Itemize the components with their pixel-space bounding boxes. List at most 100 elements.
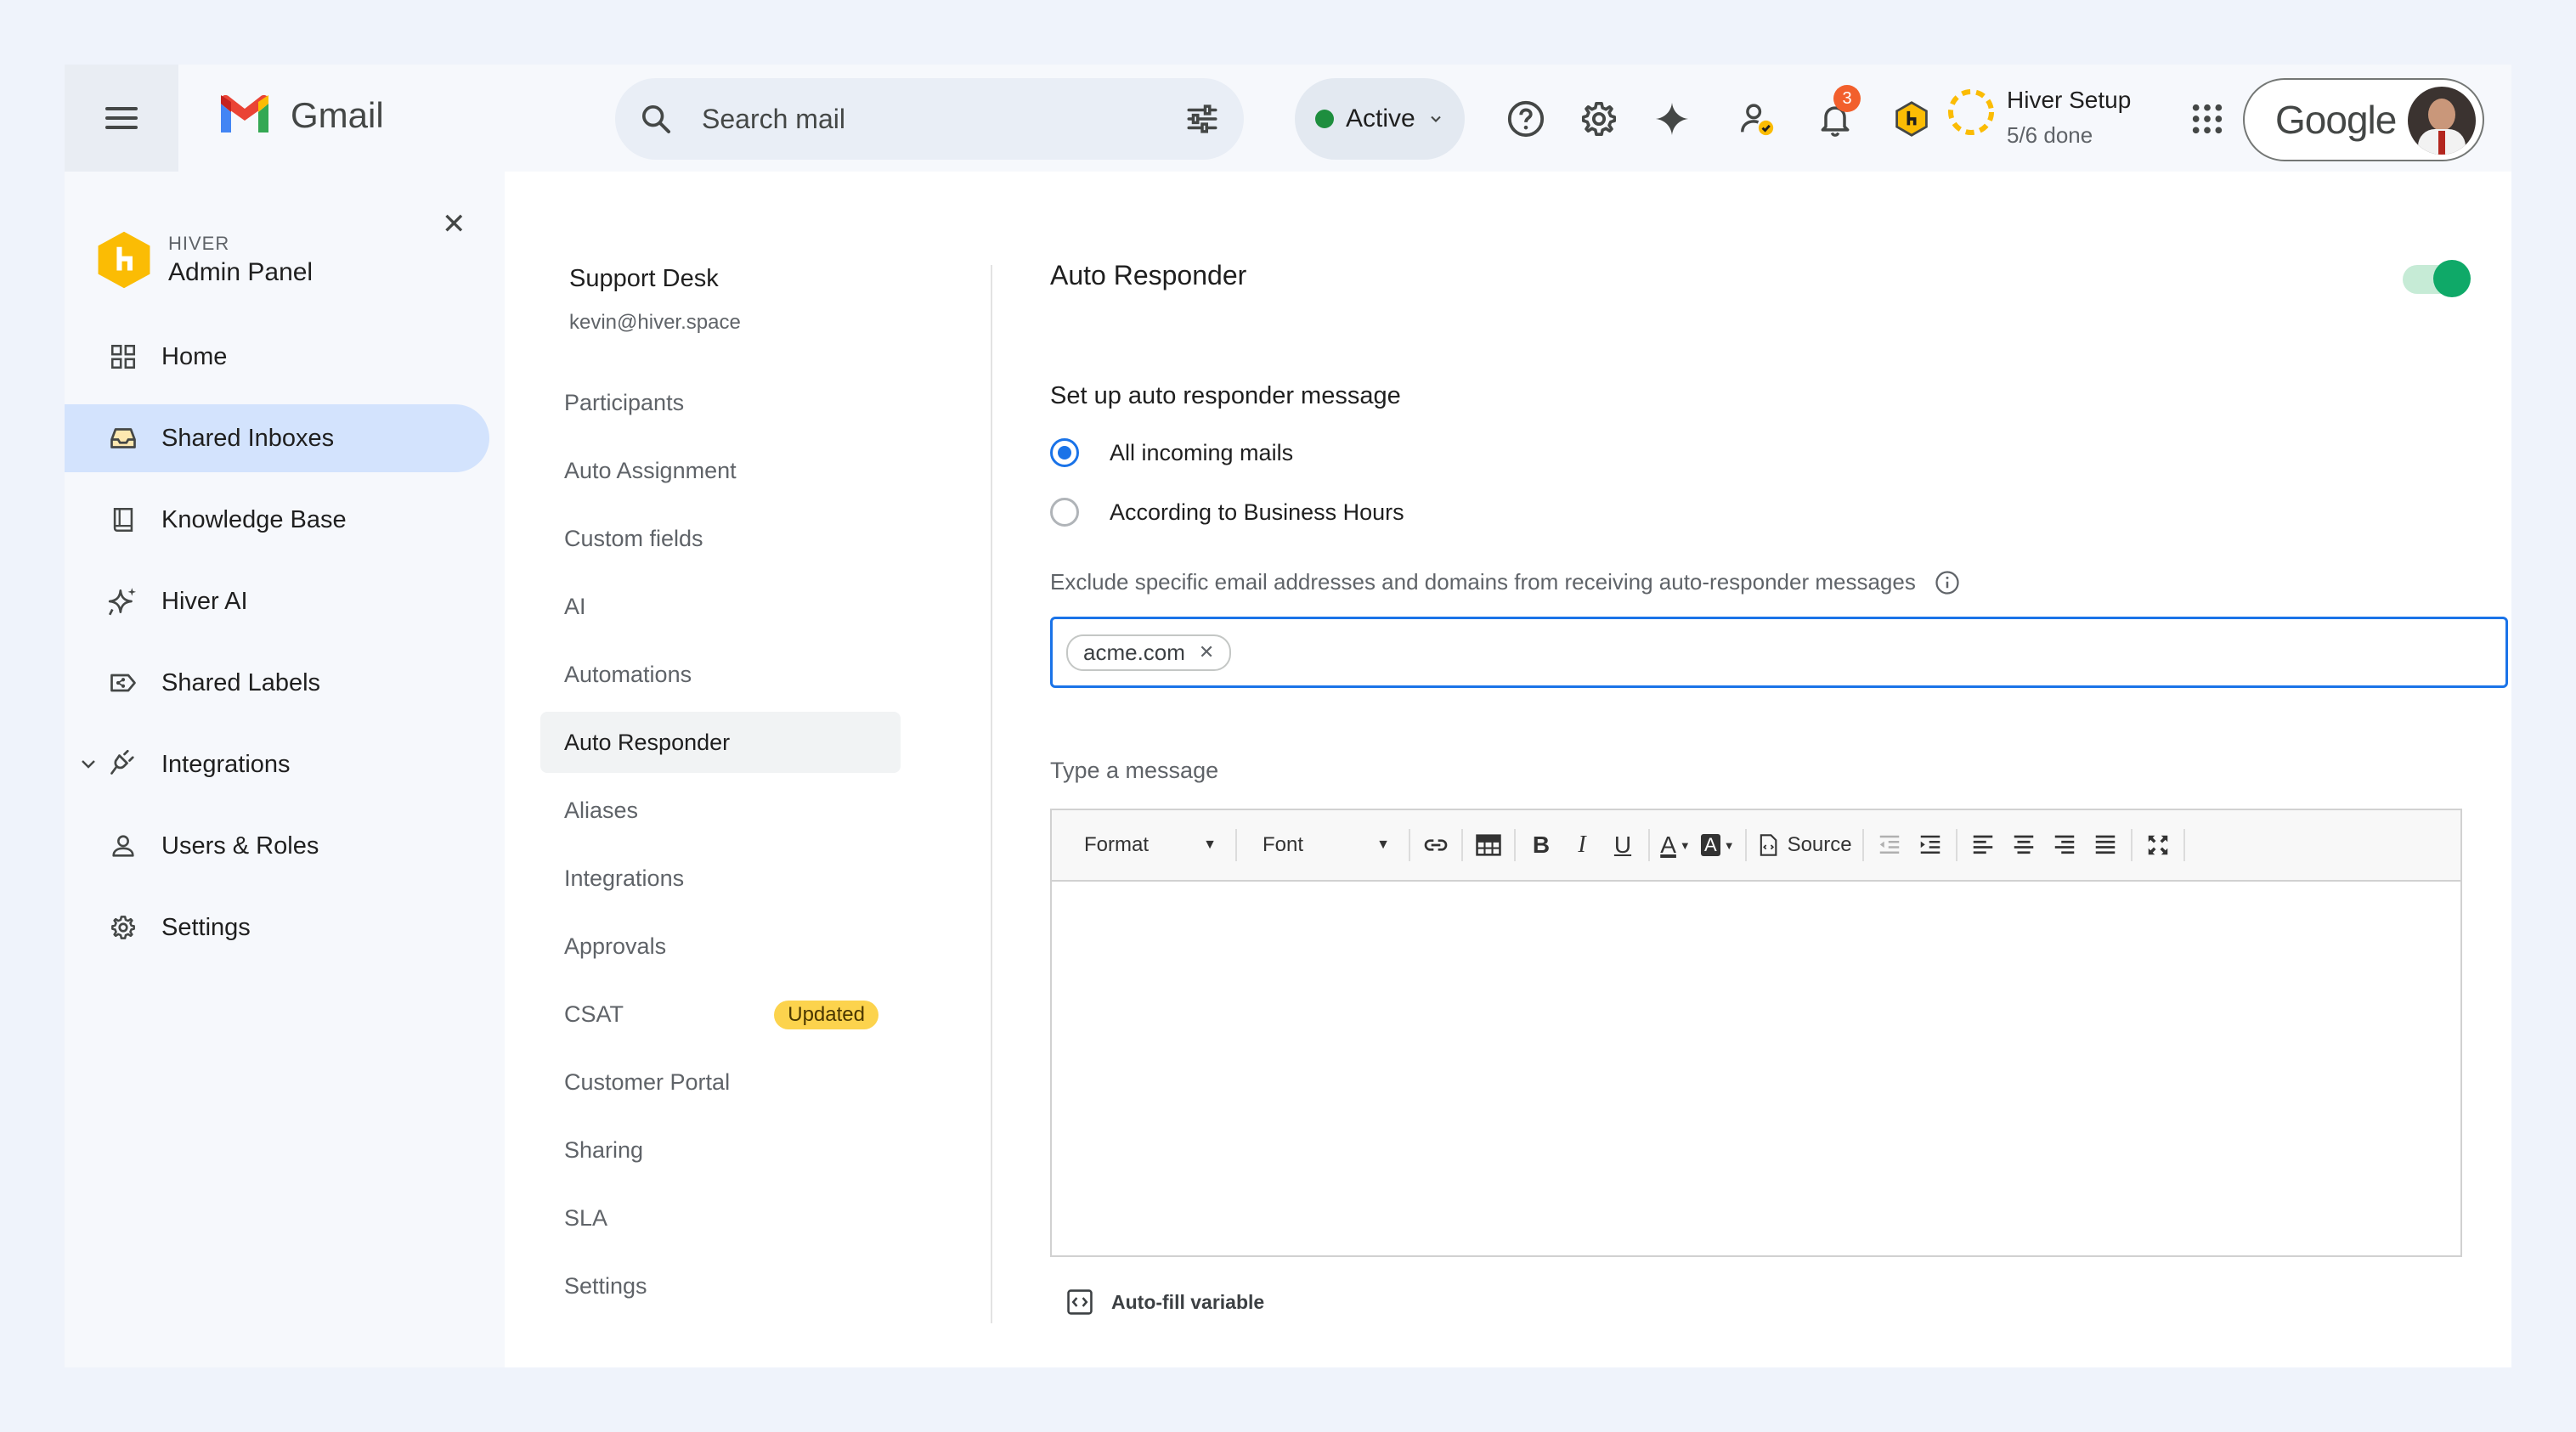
sidebar-item-integrations[interactable]: Integrations — [65, 730, 489, 798]
justify-button[interactable] — [2085, 821, 2126, 869]
chevron-down-icon[interactable] — [78, 754, 99, 775]
indent-button[interactable] — [1910, 821, 1951, 869]
menu-item-custom-fields[interactable]: Custom fields — [540, 508, 901, 569]
menu-item-sharing[interactable]: Sharing — [540, 1119, 901, 1181]
maximize-button[interactable] — [2138, 821, 2178, 869]
status-dropdown[interactable]: Active — [1295, 78, 1465, 160]
menu-item-automations[interactable]: Automations — [540, 644, 901, 705]
radio-all-incoming[interactable] — [1050, 438, 1079, 467]
app-name: Gmail — [291, 95, 384, 135]
table-icon — [1476, 834, 1501, 856]
info-icon[interactable] — [1935, 570, 1960, 595]
menu-item-auto-responder[interactable]: Auto Responder — [540, 712, 901, 773]
option-business-hours[interactable]: According to Business Hours — [1050, 498, 1404, 527]
table-button[interactable] — [1468, 821, 1509, 869]
menu-item-auto-assignment[interactable]: Auto Assignment — [540, 440, 901, 501]
sidebar-nav: Home Shared Inboxes Knowledge Base Hiver… — [65, 323, 505, 975]
source-label: Source — [1787, 833, 1852, 856]
link-button[interactable] — [1415, 821, 1456, 869]
gmail-logo[interactable]: Gmail — [217, 95, 384, 136]
close-icon[interactable]: ✕ — [442, 207, 466, 241]
source-icon — [1760, 834, 1777, 856]
sidebar-item-shared-inboxes[interactable]: Shared Inboxes — [65, 404, 489, 472]
sidebar-item-home[interactable]: Home — [65, 323, 489, 391]
gemini-button[interactable] — [1652, 99, 1692, 139]
exclude-label: Exclude specific email addresses and dom… — [1050, 569, 1960, 595]
option-all-incoming[interactable]: All incoming mails — [1050, 438, 1293, 467]
editor-toolbar: Format ▼ Font ▼ B I U A ▼ A ▼ Source — [1052, 810, 2460, 882]
section-divider — [991, 265, 992, 1323]
menu-item-participants[interactable]: Participants — [540, 372, 901, 433]
align-right-icon — [2054, 835, 2074, 854]
grid-icon — [107, 341, 139, 373]
menu-item-settings[interactable]: Settings — [540, 1255, 901, 1316]
sidebar-item-label: Users & Roles — [161, 832, 319, 860]
text-color-button[interactable]: A ▼ — [1655, 821, 1696, 869]
menu-icon — [105, 107, 138, 129]
option-label: According to Business Hours — [1110, 499, 1404, 525]
setup-title[interactable]: Hiver Setup — [2007, 87, 2131, 114]
format-label: Format — [1084, 833, 1150, 856]
apps-button[interactable] — [2187, 99, 2228, 139]
underline-button[interactable]: U — [1602, 821, 1643, 869]
hiver-icon — [1895, 101, 1928, 137]
avatar[interactable] — [2408, 87, 2476, 155]
close-icon[interactable]: ✕ — [1199, 641, 1214, 663]
bold-button[interactable]: B — [1521, 821, 1562, 869]
outdent-button[interactable] — [1869, 821, 1910, 869]
sidebar-item-users-roles[interactable]: Users & Roles — [65, 812, 489, 880]
filter-options-icon[interactable] — [1184, 101, 1220, 137]
menu-item-customer-portal[interactable]: Customer Portal — [540, 1051, 901, 1113]
sidebar-item-label: Shared Inboxes — [161, 424, 335, 452]
sidebar-item-knowledge-base[interactable]: Knowledge Base — [65, 486, 489, 554]
font-label: Font — [1263, 833, 1304, 856]
gmail-m-icon — [221, 95, 268, 132]
font-dropdown[interactable]: Font ▼ — [1242, 820, 1404, 871]
auto-responder-toggle[interactable] — [2403, 260, 2471, 297]
book-icon — [107, 504, 139, 536]
italic-button[interactable]: I — [1562, 821, 1602, 869]
auto-fill-variable-button[interactable]: Auto-fill variable — [1065, 1288, 1264, 1316]
underline-icon: U — [1613, 832, 1632, 858]
sidebar-item-hiver-ai[interactable]: Hiver AI — [65, 567, 489, 635]
setup-progress-ring[interactable] — [1946, 87, 1997, 138]
inbox-name: Support Desk — [569, 265, 719, 292]
format-dropdown[interactable]: Format ▼ — [1064, 820, 1230, 871]
message-label: Type a message — [1050, 758, 1219, 783]
menu-item-sla[interactable]: SLA — [540, 1187, 901, 1249]
hiver-brand: HIVER Admin Panel — [95, 229, 313, 290]
background-color-icon: A — [1701, 834, 1720, 856]
align-left-button[interactable] — [1963, 821, 2003, 869]
message-body[interactable] — [1052, 882, 2460, 1255]
align-center-button[interactable] — [2003, 821, 2044, 869]
menu-item-ai[interactable]: AI — [540, 576, 901, 637]
contacts-button[interactable] — [1737, 99, 1777, 139]
hiver-button[interactable] — [1891, 99, 1932, 139]
background-color-button[interactable]: A ▼ — [1696, 821, 1740, 869]
menu-item-aliases[interactable]: Aliases — [540, 780, 901, 841]
help-button[interactable] — [1505, 99, 1546, 139]
brand-name: HIVER — [168, 233, 230, 254]
plug-icon — [107, 748, 139, 781]
menu-item-integrations[interactable]: Integrations — [540, 848, 901, 909]
search-bar[interactable]: Search mail — [615, 78, 1244, 160]
sidebar-item-shared-labels[interactable]: Shared Labels — [65, 649, 489, 717]
account-switcher[interactable]: Google — [2243, 78, 2484, 161]
main-menu-button[interactable] — [65, 65, 178, 172]
exclude-domains-input[interactable]: acme.com ✕ — [1050, 617, 2508, 688]
hiver-logo-icon — [98, 231, 150, 289]
inbox-icon — [107, 422, 139, 454]
notification-count-badge: 3 — [1833, 85, 1861, 112]
source-button[interactable]: Source — [1752, 821, 1857, 869]
search-input[interactable]: Search mail — [702, 104, 1184, 135]
settings-button[interactable] — [1579, 99, 1619, 139]
align-center-icon — [2014, 835, 2033, 854]
align-left-icon — [1973, 835, 1992, 854]
sidebar-item-settings[interactable]: Settings — [65, 894, 489, 961]
exclude-label-text: Exclude specific email addresses and dom… — [1050, 569, 1916, 595]
align-right-button[interactable] — [2044, 821, 2085, 869]
status-dot — [1315, 110, 1334, 128]
radio-business-hours[interactable] — [1050, 498, 1079, 527]
menu-item-csat[interactable]: CSAT Updated — [540, 984, 901, 1045]
menu-item-approvals[interactable]: Approvals — [540, 916, 901, 977]
